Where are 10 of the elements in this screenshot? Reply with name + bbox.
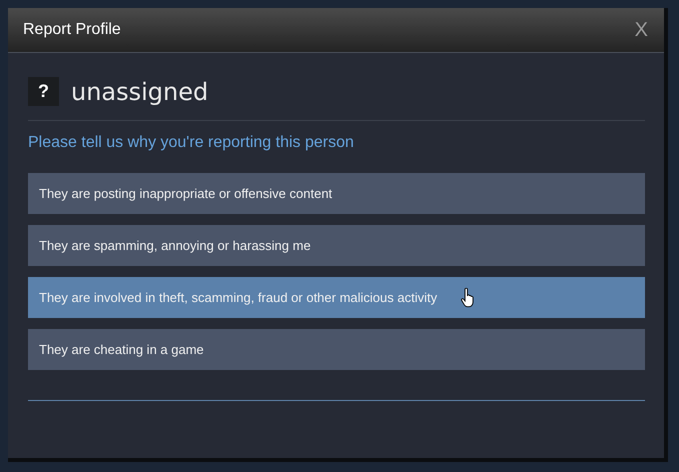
report-option[interactable]: They are involved in theft, scamming, fraud or other malicious activity [28,277,645,318]
hand-cursor-icon [461,288,476,308]
avatar: ? [28,77,59,106]
report-option[interactable]: They are cheating in a game [28,329,645,370]
close-button[interactable]: X [634,18,648,42]
profile-name: unassigned [71,78,208,106]
window-title: Report Profile [23,21,121,39]
report-option[interactable]: They are spamming, annoying or harassing me [28,225,645,266]
report-option[interactable]: They are posting inappropriate or offensive content [28,173,645,214]
prompt-text: Please tell us why you're reporting this person [28,134,355,152]
